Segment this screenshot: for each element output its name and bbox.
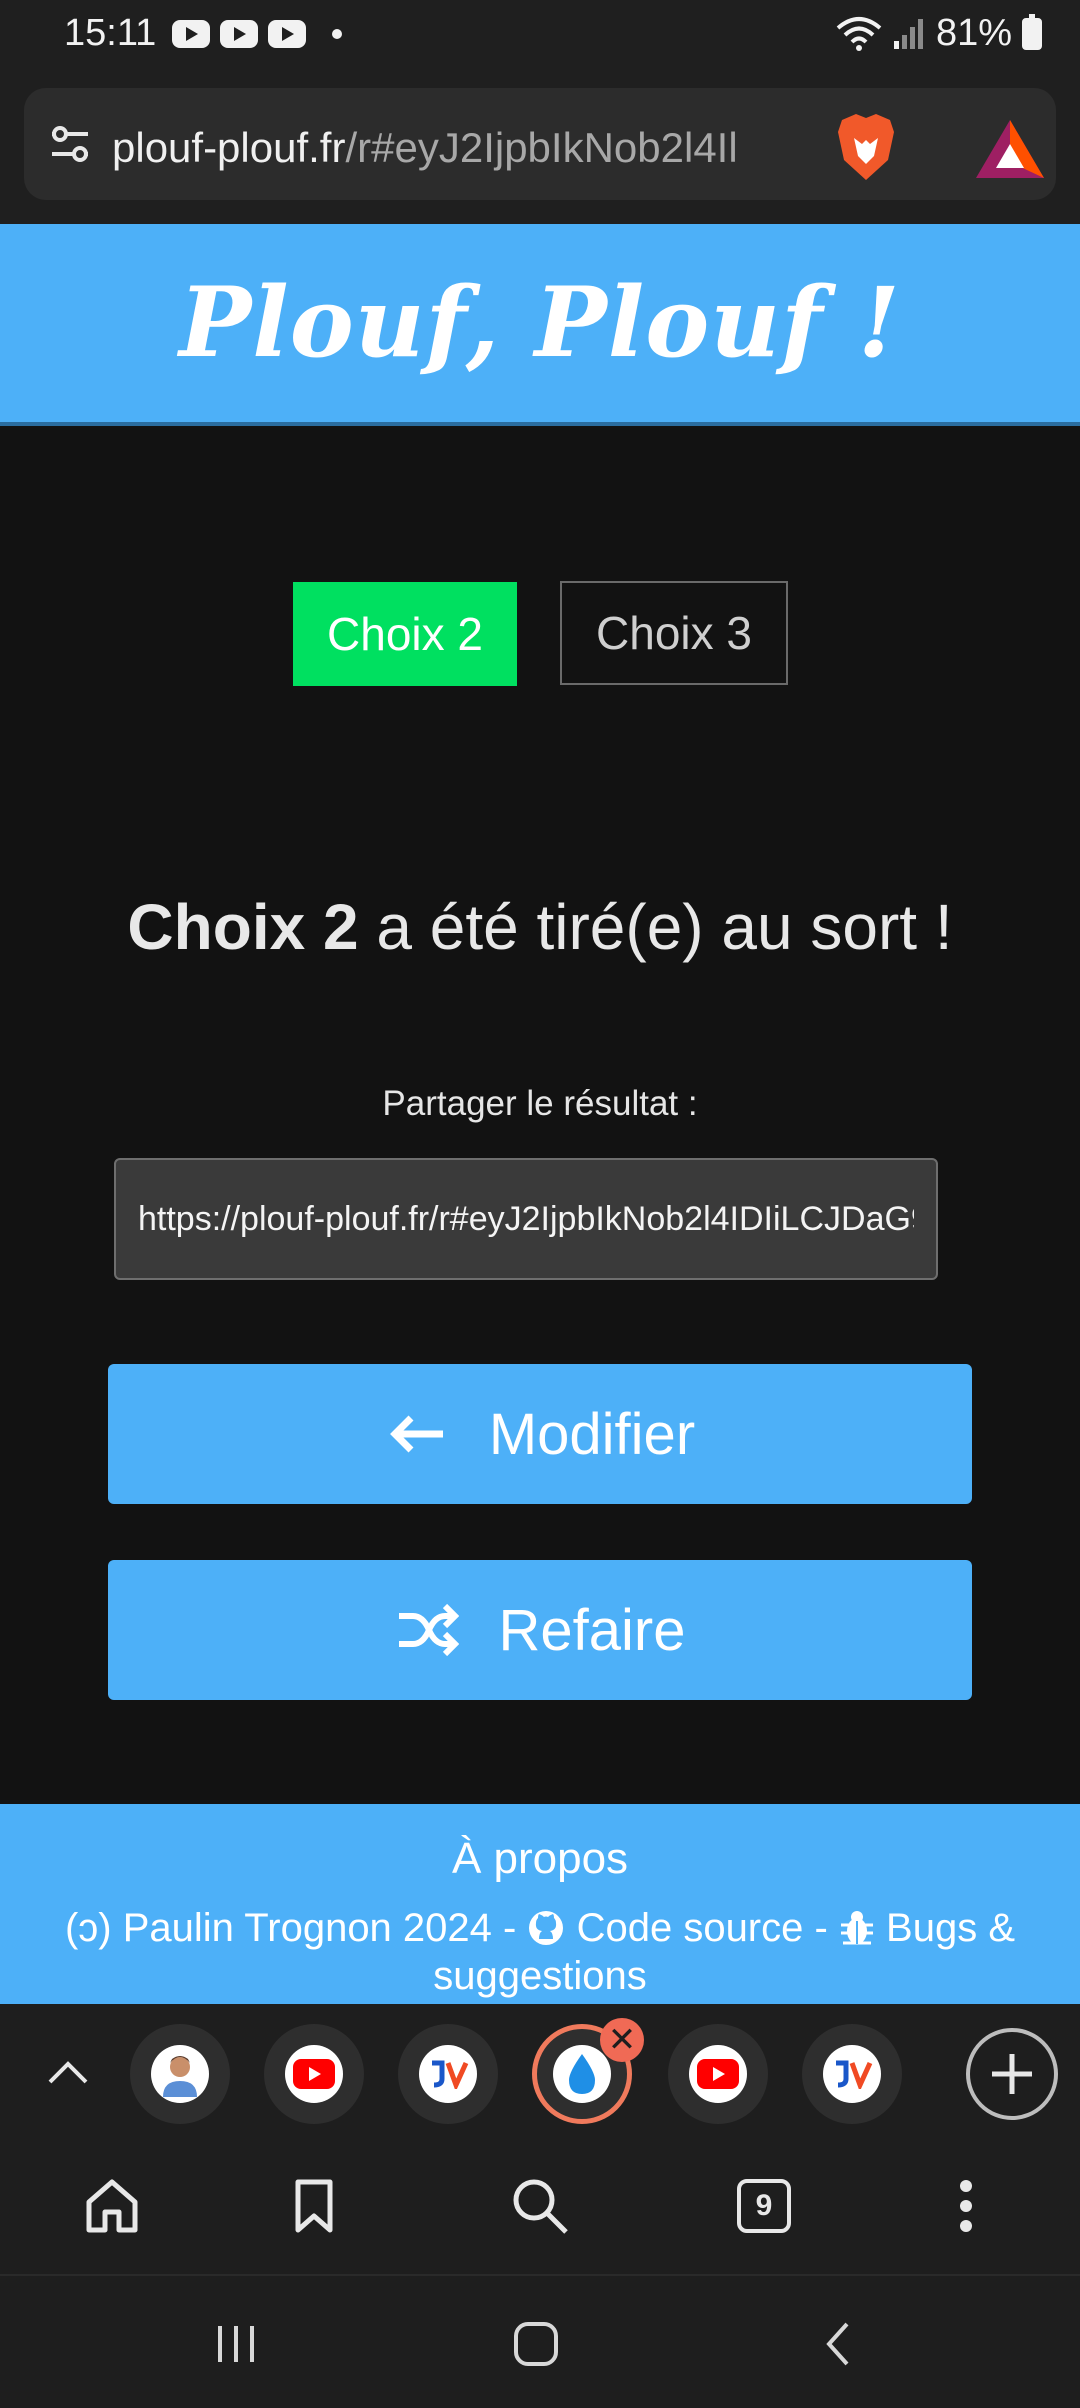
avatar-icon — [151, 2045, 209, 2103]
tab-strip: ✕ — [0, 2004, 1080, 2140]
water-drop-icon — [553, 2045, 611, 2103]
home-button[interactable] — [80, 2174, 144, 2238]
shuffle-icon — [398, 1603, 459, 1657]
status-bar: 15:11 81% — [0, 0, 1080, 74]
notification-icons — [172, 20, 342, 48]
share-label: Partager le résultat : — [382, 1084, 698, 1123]
search-button[interactable] — [508, 2174, 572, 2238]
choice-tag: Choix 3 — [560, 581, 788, 685]
modify-button-label: Modifier — [488, 1401, 696, 1467]
battery-percent: 81% — [935, 12, 1012, 54]
more-vertical-icon — [960, 2180, 972, 2232]
more-notifications-dot-icon — [332, 29, 342, 39]
url-bar[interactable]: plouf-plouf.fr/r#eyJ2IjpbIkNob2l4Il — [24, 88, 1056, 200]
back-button[interactable] — [806, 2316, 870, 2372]
jv-icon — [823, 2045, 881, 2103]
menu-button[interactable] — [934, 2174, 998, 2238]
recent-apps-button[interactable] — [204, 2316, 268, 2372]
url-text[interactable]: plouf-plouf.fr/r#eyJ2IjpbIkNob2l4Il — [112, 124, 832, 172]
bug-icon — [840, 1911, 873, 1945]
youtube-icon — [689, 2045, 747, 2103]
back-icon — [826, 2322, 849, 2366]
recents-icon — [218, 2326, 254, 2362]
tab-thumbnail[interactable] — [264, 2024, 364, 2124]
youtube-notification-icon — [268, 20, 306, 48]
copyright-text: (ɔ) Paulin Trognon 2024 - — [64, 1906, 528, 1950]
home-nav-button[interactable] — [504, 2316, 568, 2372]
url-domain: plouf-plouf.fr — [112, 124, 346, 171]
site-settings-icon[interactable] — [48, 124, 92, 164]
share-url-field[interactable] — [114, 1158, 938, 1280]
search-icon — [513, 2179, 568, 2234]
site-header: Plouf, Plouf ! — [0, 224, 1080, 422]
brave-shields-icon[interactable] — [832, 110, 900, 184]
youtube-notification-icon — [220, 20, 258, 48]
status-time: 15:11 — [64, 12, 157, 54]
brave-rewards-icon[interactable] — [974, 118, 1046, 180]
tab-thumbnail[interactable] — [802, 2024, 902, 2124]
bookmarks-button[interactable] — [282, 2174, 346, 2238]
wifi-icon — [836, 16, 882, 51]
footer-credits: (ɔ) Paulin Trognon 2024 - Code source - … — [60, 1904, 1020, 2000]
tab-count-icon: 9 — [737, 2179, 791, 2233]
battery-icon — [1022, 13, 1042, 50]
main-content: Choix 2 Choix 3 Choix 2 a été tiré(e) au… — [0, 426, 1080, 1804]
redo-button[interactable]: Refaire — [108, 1560, 972, 1700]
close-tab-icon[interactable]: ✕ — [600, 2018, 644, 2062]
system-navigation-bar — [0, 2274, 1080, 2408]
chevron-up-icon[interactable] — [44, 2052, 92, 2092]
bookmark-icon — [295, 2179, 333, 2233]
tab-thumbnail[interactable] — [398, 2024, 498, 2124]
new-tab-button[interactable] — [966, 2028, 1058, 2120]
result-text: Choix 2 a été tiré(e) au sort ! — [0, 890, 1080, 964]
footer-separator: - — [803, 1906, 839, 1950]
source-code-link[interactable]: Code source — [577, 1906, 804, 1950]
home-nav-icon — [514, 2322, 558, 2366]
modify-button[interactable]: Modifier — [108, 1364, 972, 1504]
about-link[interactable]: À propos — [0, 1834, 1080, 1884]
browser-address-area: plouf-plouf.fr/r#eyJ2IjpbIkNob2l4Il — [0, 74, 1080, 224]
choice-tag-selected: Choix 2 — [293, 582, 517, 686]
youtube-notification-icon — [172, 20, 210, 48]
home-icon — [86, 2179, 138, 2233]
plus-icon — [992, 2054, 1032, 2094]
redo-button-label: Refaire — [498, 1597, 686, 1663]
tab-thumbnail[interactable] — [130, 2024, 230, 2124]
jv-icon — [419, 2045, 477, 2103]
cell-signal-icon — [893, 18, 923, 49]
github-icon — [529, 1911, 564, 1945]
result-winner: Choix 2 — [127, 891, 359, 963]
url-path: /r#eyJ2IjpbIkNob2l4Il — [345, 124, 738, 171]
result-message: a été tiré(e) au sort ! — [358, 891, 953, 963]
site-footer: À propos (ɔ) Paulin Trognon 2024 - Code … — [0, 1804, 1080, 2004]
tab-thumbnail[interactable] — [668, 2024, 768, 2124]
site-title[interactable]: Plouf, Plouf ! — [0, 266, 1080, 379]
youtube-icon — [285, 2045, 343, 2103]
browser-toolbar: 9 — [0, 2140, 1080, 2274]
tab-switcher-button[interactable]: 9 — [732, 2174, 796, 2238]
arrow-left-icon — [389, 1415, 443, 1453]
system-status: 81% — [836, 12, 1042, 55]
